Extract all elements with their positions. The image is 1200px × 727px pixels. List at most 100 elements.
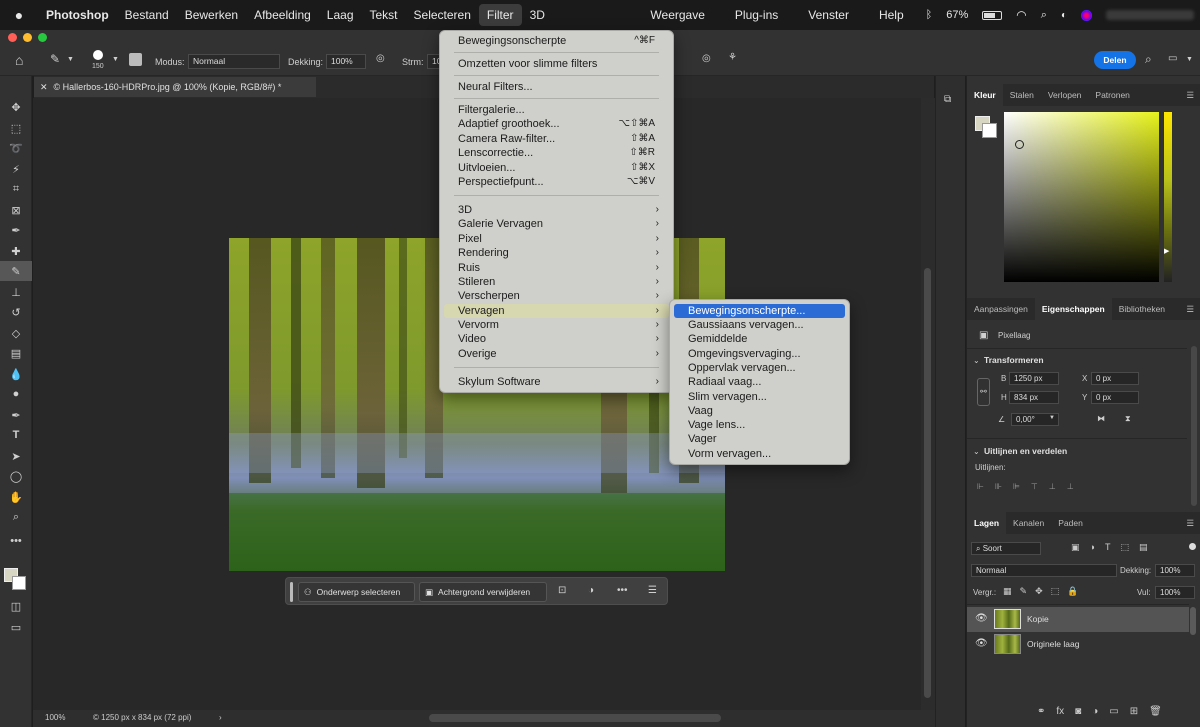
workspace-chevron-icon[interactable]: ▼	[1186, 56, 1193, 63]
submenu-item-lens-ambient[interactable]: Omgevingsvervaging...	[674, 347, 845, 361]
taskbar-settings-icon[interactable]: ☰	[648, 585, 657, 596]
delete-layer-icon[interactable]: 🗑	[1149, 706, 1162, 717]
layer-mask-icon[interactable]: ◙	[1075, 706, 1081, 717]
properties-menu-icon[interactable]: ☰	[1179, 298, 1200, 320]
menu-selecteren[interactable]: Selecteren	[406, 4, 479, 26]
symmetry-icon[interactable]: ⚘	[728, 52, 737, 63]
menu-item-lens-correction[interactable]: Lenscorrectie... ⇧⌘R	[444, 146, 669, 160]
history-panel-icon[interactable]: ⧉	[944, 94, 951, 105]
menu-item-pixelate[interactable]: Pixel ›	[444, 232, 669, 246]
filter-shape-icon[interactable]: ⬚	[1120, 542, 1129, 553]
align-bottom-icon[interactable]: ⊥	[1067, 482, 1074, 491]
layer-name[interactable]: Originele laag	[1027, 639, 1079, 649]
select-subject-button[interactable]: ⚇ Onderwerp selecteren	[298, 582, 415, 602]
submenu-item-gaussian-blur[interactable]: Gaussiaans vervagen...	[674, 318, 845, 332]
submenu-item-lens-blur[interactable]: Vage lens...	[674, 418, 845, 432]
lock-position-icon[interactable]: ✥	[1035, 586, 1043, 597]
submenu-item-average[interactable]: Gemiddelde	[674, 332, 845, 346]
color-field[interactable]	[1004, 112, 1159, 282]
new-layer-icon[interactable]: ⊞	[1130, 706, 1138, 717]
more-tools-icon[interactable]: •••	[0, 531, 32, 551]
brush-tool-icon[interactable]: ✎	[0, 261, 32, 281]
visibility-eye-icon[interactable]: 👁	[975, 613, 988, 624]
width-field[interactable]: 1250 px	[1009, 372, 1059, 385]
zoom-tool-icon[interactable]: ⌕	[0, 507, 32, 527]
home-icon[interactable]: ⌂	[15, 52, 23, 68]
lock-artboard-icon[interactable]: ⬚	[1051, 586, 1060, 597]
menu-tekst[interactable]: Tekst	[362, 4, 406, 26]
marquee-tool-icon[interactable]: ⬚	[0, 118, 32, 138]
submenu-item-blur[interactable]: Vaag	[674, 404, 845, 418]
remove-background-button[interactable]: ▣ Achtergrond verwijderen	[419, 582, 547, 602]
flip-vertical-icon[interactable]: ⧗	[1125, 414, 1131, 424]
menu-bewerken[interactable]: Bewerken	[177, 4, 246, 26]
more-options-icon[interactable]: •••	[617, 585, 628, 596]
menu-item-blur-gallery[interactable]: Galerie Vervagen ›	[444, 217, 669, 231]
submenu-item-surface-blur[interactable]: Oppervlak vervagen...	[674, 361, 845, 375]
menu-item-noise[interactable]: Ruis ›	[444, 261, 669, 275]
align-collapse-icon[interactable]: ⌄	[973, 447, 980, 456]
filter-pixel-icon[interactable]: ▣	[1071, 542, 1080, 553]
transform-title[interactable]: Transformeren	[984, 355, 1044, 365]
tab-stalen[interactable]: Stalen	[1003, 84, 1041, 106]
lock-pixels-icon[interactable]: ✎	[1020, 586, 1028, 597]
angle-chevron-icon[interactable]: ▼	[1049, 415, 1055, 421]
menu-venster[interactable]: Venster	[800, 4, 857, 26]
menu-item-camera-raw[interactable]: Camera Raw-filter... ⇧⌘A	[444, 132, 669, 146]
submenu-item-shape-blur[interactable]: Vorm vervagen...	[674, 447, 845, 461]
eraser-tool-icon[interactable]: ◇	[0, 323, 32, 343]
opacity-field[interactable]: 100%	[326, 54, 366, 69]
menu-help[interactable]: Help	[871, 4, 912, 26]
transform-selection-icon[interactable]: ⊡	[558, 585, 566, 596]
transform-collapse-icon[interactable]: ⌄	[973, 356, 980, 365]
align-right-icon[interactable]: ⊫	[1013, 482, 1020, 491]
wifi-icon[interactable]: ◠	[1016, 8, 1026, 22]
tab-lagen[interactable]: Lagen	[967, 512, 1007, 534]
align-hcenter-icon[interactable]: ⊪	[995, 482, 1002, 491]
tab-kanalen[interactable]: Kanalen	[1006, 512, 1051, 534]
battery-icon[interactable]	[982, 10, 1003, 20]
hue-slider[interactable]	[1164, 112, 1172, 282]
stamp-tool-icon[interactable]: ⊥	[0, 282, 32, 302]
align-title[interactable]: Uitlijnen en verdelen	[984, 446, 1067, 456]
taskbar-handle[interactable]	[290, 582, 293, 602]
layer-name[interactable]: Kopie	[1027, 614, 1049, 624]
minimize-window-button[interactable]	[23, 33, 32, 42]
align-top-icon[interactable]: ⊤	[1031, 482, 1038, 491]
brush-picker-chevron-icon[interactable]: ▼	[112, 56, 119, 63]
brush-preview[interactable]	[93, 50, 103, 60]
search-icon[interactable]: ⌕	[1145, 52, 1152, 67]
height-field[interactable]: 834 px	[1009, 391, 1059, 404]
menu-item-video[interactable]: Video ›	[444, 332, 669, 346]
menu-bestand[interactable]: Bestand	[117, 4, 177, 26]
filter-smart-icon[interactable]: ▤	[1139, 542, 1148, 553]
menu-filter[interactable]: Filter	[478, 4, 522, 26]
control-center-icon[interactable]: ◐	[1061, 10, 1067, 21]
menu-item-adaptive-wide-angle[interactable]: Adaptief groothoek... ⌥⇧⌘A	[444, 117, 669, 131]
menu-item-blur[interactable]: Vervagen ›	[444, 304, 669, 318]
frame-tool-icon[interactable]: ⊠	[0, 200, 32, 220]
lasso-tool-icon[interactable]: ➰	[0, 138, 32, 158]
pressure-opacity-icon[interactable]: ◎	[376, 53, 385, 64]
menu-laag[interactable]: Laag	[319, 4, 362, 26]
lock-transparent-icon[interactable]: ▦	[1003, 586, 1012, 597]
close-tab-icon[interactable]: ✕	[40, 82, 48, 92]
menu-afbeelding[interactable]: Afbeelding	[246, 4, 319, 26]
menu-3d[interactable]: 3D	[522, 4, 553, 26]
tab-verlopen[interactable]: Verlopen	[1041, 84, 1089, 106]
link-dimensions-icon[interactable]: ⚯	[977, 378, 990, 406]
background-color-swatch[interactable]	[12, 576, 26, 590]
submenu-item-smart-blur[interactable]: Slim vervagen...	[674, 390, 845, 404]
layer-opacity-field[interactable]: 100%	[1155, 564, 1195, 577]
x-field[interactable]: 0 px	[1091, 372, 1139, 385]
dodge-tool-icon[interactable]: ●	[0, 384, 32, 404]
menu-weergave[interactable]: Weergave	[642, 4, 712, 26]
tab-paden[interactable]: Paden	[1051, 512, 1090, 534]
chevron-down-icon[interactable]: ▼	[67, 56, 74, 63]
menu-item-stylize[interactable]: Stileren ›	[444, 275, 669, 289]
zoom-window-button[interactable]	[38, 33, 47, 42]
filter-toggle[interactable]	[1189, 543, 1196, 550]
menu-item-render[interactable]: Rendering ›	[444, 246, 669, 260]
horizontal-scroll-thumb[interactable]	[429, 714, 721, 722]
hue-slider-handle[interactable]: ▶	[1164, 247, 1169, 255]
